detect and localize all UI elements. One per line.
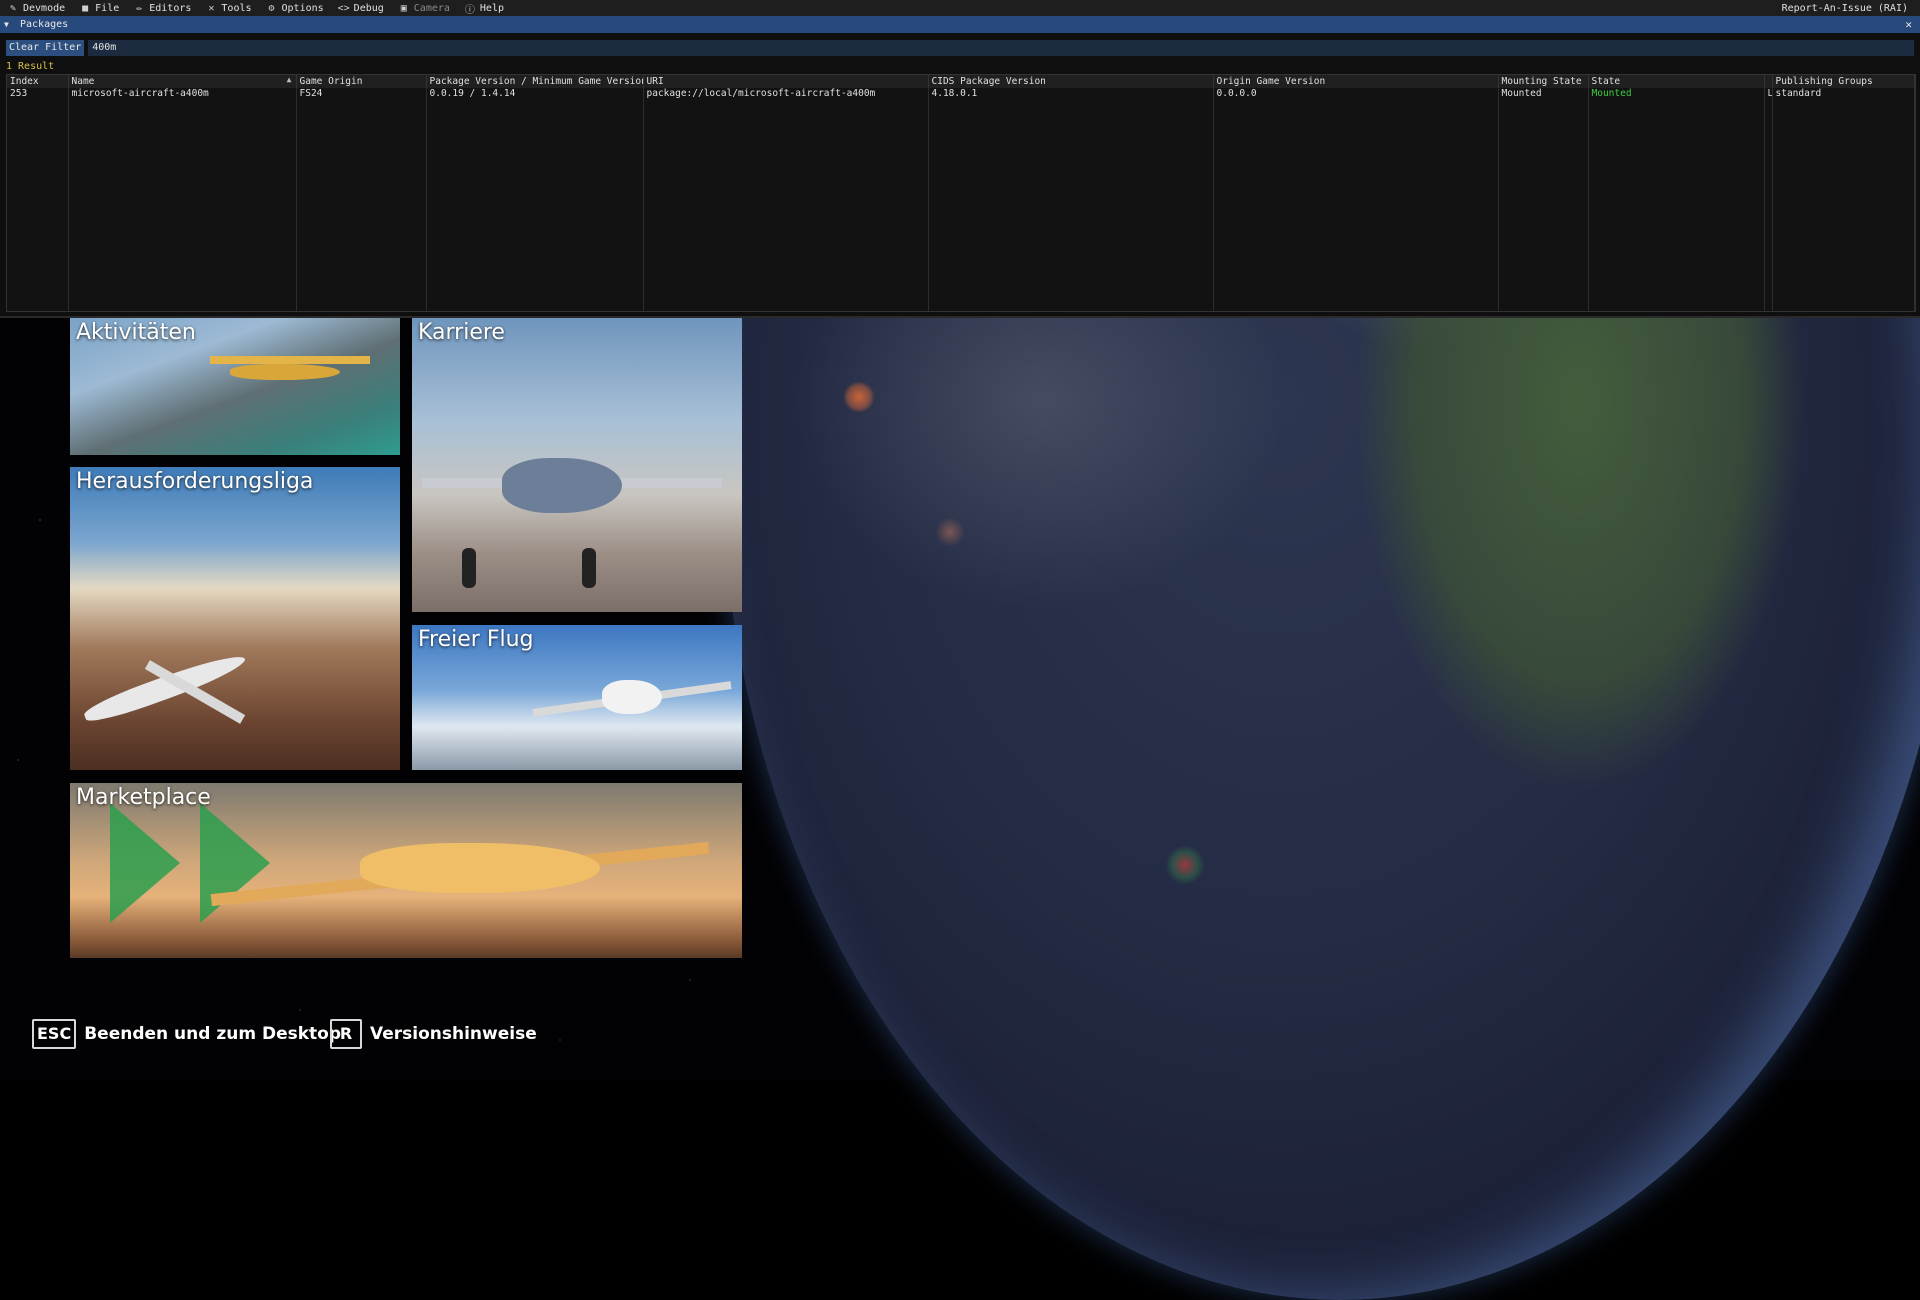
pencil-icon: ✏ — [136, 2, 143, 14]
tile-label: Karriere — [418, 320, 505, 345]
esc-key-icon: ESC — [32, 1019, 77, 1049]
chevron-decoration — [110, 803, 180, 923]
column-header-name-label: Name — [71, 76, 95, 87]
menu-options[interactable]: ⚙ Options — [259, 0, 331, 16]
hint-release-notes[interactable]: R Versionshinweise — [330, 1019, 537, 1049]
tile-label: Freier Flug — [418, 627, 534, 652]
hint-label: Beenden und zum Desktop — [84, 1024, 342, 1044]
column-header-state[interactable]: State — [1588, 75, 1765, 88]
column-header-cids-version[interactable]: CIDS Package Version — [928, 75, 1214, 88]
column-header-name[interactable]: Name ▲ — [68, 75, 297, 88]
menu-debug[interactable]: <> Debug — [331, 0, 391, 16]
sort-ascending-icon: ▲ — [286, 75, 292, 84]
menu-tools[interactable]: ✕ Tools — [198, 0, 258, 16]
column-header-publishing-groups[interactable]: Publishing Groups — [1772, 75, 1915, 88]
menu-camera[interactable]: ▣ Camera — [391, 0, 457, 16]
lens-flare — [843, 381, 875, 413]
column-header-package-version[interactable]: Package Version / Minimum Game Version — [426, 75, 644, 88]
report-an-issue-button[interactable]: Report-An-Issue (RAI) — [1782, 3, 1920, 14]
tile-label: Marketplace — [76, 785, 211, 810]
hint-label: Versionshinweise — [370, 1024, 537, 1044]
tile-herausforderungsliga[interactable]: Herausforderungsliga — [70, 467, 400, 770]
tile-marketplace[interactable]: Marketplace — [70, 783, 742, 958]
cell-origin-game-version: 0.0.0.0 — [1213, 88, 1499, 101]
column-header-game-origin[interactable]: Game Origin — [296, 75, 427, 88]
clear-filter-button[interactable]: Clear Filter — [6, 40, 85, 56]
table-empty-area — [7, 101, 1915, 311]
tile-label: Aktivitäten — [76, 320, 196, 345]
code-icon: <> — [337, 2, 350, 14]
column-header-origin-game-version[interactable]: Origin Game Version — [1213, 75, 1499, 88]
close-icon[interactable]: ✕ — [1905, 18, 1912, 31]
cell-mounting-state: Mounted — [1498, 88, 1589, 101]
camera-icon: ▣ — [400, 2, 407, 14]
packages-window: ▼ Packages ✕ Clear Filter 400m 1 Result … — [0, 16, 1920, 318]
menu-help[interactable]: ⓘ Help — [457, 0, 511, 16]
lens-flare — [935, 517, 965, 547]
devmode-menubar: ✎ Devmode ■ File ✏ Editors ✕ Tools ⚙ Opt… — [0, 0, 1920, 16]
column-header-mounting-state[interactable]: Mounting State — [1498, 75, 1589, 88]
cell-package-version: 0.0.19 / 1.4.14 — [426, 88, 644, 101]
packages-title-bar[interactable]: ▼ Packages ✕ — [0, 16, 1920, 33]
help-icon: ⓘ — [464, 4, 475, 16]
cell-index: 253 — [7, 88, 69, 101]
cell-cids-version: 4.18.0.1 — [928, 88, 1214, 101]
tools-icon: ✕ — [208, 2, 215, 14]
packages-table: Index Name ▲ Game Origin Package Version … — [6, 74, 1916, 312]
r-key-icon: R — [330, 1019, 362, 1049]
table-row[interactable]: 253 microsoft-aircraft-a400m FS24 0.0.19… — [7, 88, 1915, 101]
cell-uri: package://local/microsoft-aircraft-a400m — [643, 88, 929, 101]
filter-input[interactable]: 400m — [88, 40, 1914, 56]
chevron-decoration — [200, 803, 270, 923]
table-header: Index Name ▲ Game Origin Package Version … — [7, 75, 1915, 88]
menu-editors[interactable]: ✏ Editors — [126, 0, 198, 16]
column-header-uri[interactable]: URI — [643, 75, 929, 88]
filter-row: Clear Filter 400m — [6, 40, 1914, 56]
cell-l: L — [1764, 88, 1773, 101]
cell-name: microsoft-aircraft-a400m — [68, 88, 297, 101]
tile-label: Herausforderungsliga — [76, 469, 314, 494]
cell-publishing-groups: standard — [1772, 88, 1915, 101]
collapse-icon[interactable]: ▼ — [4, 20, 14, 29]
column-header-index[interactable]: Index — [7, 75, 69, 88]
packages-title: Packages — [20, 19, 69, 30]
hint-esc-exit[interactable]: ESC Beenden und zum Desktop — [32, 1019, 341, 1049]
folder-icon: ■ — [82, 2, 89, 14]
gear-icon: ⚙ — [268, 2, 275, 14]
cell-state: Mounted — [1588, 88, 1765, 101]
tile-aktivitaeten[interactable]: Aktivitäten — [70, 318, 400, 455]
column-header-l[interactable] — [1764, 75, 1773, 88]
devmode-icon: ✎ — [9, 2, 17, 14]
menu-file[interactable]: ■ File — [72, 0, 126, 16]
cell-game-origin: FS24 — [296, 88, 427, 101]
lens-flare — [1165, 845, 1205, 885]
result-count: 1 Result — [6, 61, 55, 72]
tile-karriere[interactable]: Karriere — [412, 318, 742, 612]
menu-devmode[interactable]: ✎ Devmode — [0, 0, 72, 16]
tile-freier-flug[interactable]: Freier Flug — [412, 625, 742, 770]
